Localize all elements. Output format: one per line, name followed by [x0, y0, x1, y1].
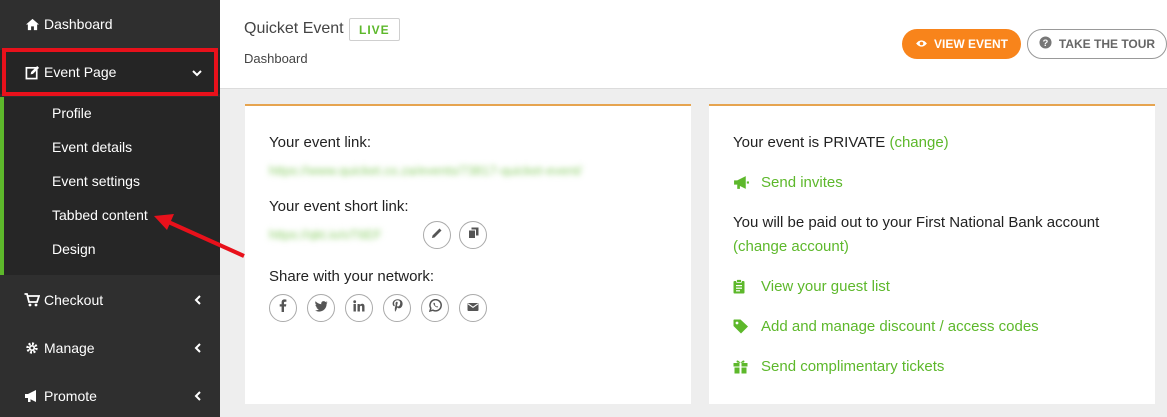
clipboard-icon — [733, 279, 751, 294]
event-actions-card: Your event is PRIVATE (change) Send invi… — [709, 104, 1155, 404]
twitter-icon — [314, 299, 328, 317]
discount-codes-label: Add and manage discount / access codes — [761, 318, 1039, 335]
complimentary-tickets-label: Send complimentary tickets — [761, 358, 945, 375]
sidebar-item-label: Manage — [44, 340, 95, 356]
linkedin-icon — [353, 299, 365, 317]
change-privacy-link[interactable]: (change) — [889, 134, 948, 151]
copy-icon — [467, 226, 479, 244]
sidebar-item-manage[interactable]: Manage — [0, 326, 220, 370]
status-badge: LIVE — [349, 18, 400, 41]
submenu-item-event-details[interactable]: Event details — [52, 139, 132, 155]
email-icon — [467, 299, 479, 317]
event-link[interactable]: https://www.quicket.co.za/events/73817-q… — [269, 163, 669, 177]
sidebar-item-dashboard[interactable]: Dashboard — [0, 2, 220, 46]
question-circle-icon: ? — [1039, 36, 1052, 52]
share-email-button[interactable] — [459, 294, 487, 322]
sidebar-item-label: Event Page — [44, 64, 117, 80]
submenu-item-profile[interactable]: Profile — [52, 105, 92, 121]
chevron-down-icon — [192, 64, 202, 80]
chevron-left-icon — [194, 340, 202, 356]
send-invites-link[interactable]: Send invites — [733, 174, 843, 191]
share-linkedin-button[interactable] — [345, 294, 373, 322]
discount-codes-link[interactable]: Add and manage discount / access codes — [733, 318, 1039, 335]
breadcrumb[interactable]: Dashboard — [244, 51, 308, 66]
short-link-label: Your event short link: — [269, 198, 409, 215]
page-header: Quicket Event LIVE Dashboard VIEW EVENT … — [220, 0, 1167, 89]
gear-icon — [24, 340, 40, 356]
privacy-status: Your event is PRIVATE (change) — [733, 134, 949, 151]
take-tour-label: TAKE THE TOUR — [1058, 37, 1156, 51]
submenu-item-event-settings[interactable]: Event settings — [52, 173, 140, 189]
chevron-left-icon — [194, 388, 202, 404]
submenu-item-tabbed-content[interactable]: Tabbed content — [52, 207, 148, 223]
edit-link-button[interactable] — [423, 221, 451, 249]
share-pinterest-button[interactable] — [383, 294, 411, 322]
sidebar-item-label: Promote — [44, 388, 97, 404]
take-tour-button[interactable]: ? TAKE THE TOUR — [1027, 29, 1167, 59]
sidebar-item-promote[interactable]: Promote — [0, 374, 220, 417]
pencil-icon — [431, 226, 443, 244]
view-event-button[interactable]: VIEW EVENT — [902, 29, 1021, 59]
page-title: Quicket Event — [244, 20, 344, 37]
event-page-submenu: Profile Event details Event settings Tab… — [0, 97, 220, 275]
sidebar-item-checkout[interactable]: Checkout — [0, 278, 220, 322]
megaphone-icon — [24, 388, 40, 404]
svg-text:?: ? — [1043, 38, 1049, 48]
megaphone-icon — [733, 175, 751, 190]
whatsapp-icon — [428, 298, 442, 317]
event-link-label: Your event link: — [269, 134, 372, 151]
sidebar-item-label: Checkout — [44, 292, 104, 308]
sidebar-item-label: Dashboard — [44, 16, 113, 32]
payout-text: You will be paid out to your First Natio… — [733, 214, 1100, 231]
copy-link-button[interactable] — [459, 221, 487, 249]
share-label: Share with your network: — [269, 268, 435, 285]
guest-list-link[interactable]: View your guest list — [733, 278, 890, 295]
cart-icon — [24, 292, 40, 308]
privacy-text: Your event is PRIVATE — [733, 134, 886, 151]
view-event-label: VIEW EVENT — [933, 37, 1008, 51]
home-icon — [24, 16, 40, 32]
change-account-link[interactable]: (change account) — [733, 238, 849, 255]
share-twitter-button[interactable] — [307, 294, 335, 322]
send-invites-label: Send invites — [761, 174, 843, 191]
complimentary-tickets-link[interactable]: Send complimentary tickets — [733, 358, 944, 375]
pinterest-icon — [392, 299, 403, 317]
share-whatsapp-button[interactable] — [421, 294, 449, 322]
gift-icon — [733, 359, 751, 374]
event-short-link[interactable]: https://qkt.io/oT6EF — [269, 227, 419, 241]
facebook-icon — [279, 299, 287, 317]
edit-icon — [24, 64, 40, 80]
sidebar-item-event-page[interactable]: Event Page — [0, 50, 220, 94]
share-facebook-button[interactable] — [269, 294, 297, 322]
sidebar: Dashboard Event Page Profile Event detai… — [0, 0, 220, 417]
eye-icon — [915, 37, 928, 51]
submenu-item-design[interactable]: Design — [52, 241, 96, 257]
event-link-card: Your event link: https://www.quicket.co.… — [245, 104, 691, 404]
guest-list-label: View your guest list — [761, 278, 890, 295]
chevron-left-icon — [194, 292, 202, 308]
tag-icon — [733, 319, 751, 334]
